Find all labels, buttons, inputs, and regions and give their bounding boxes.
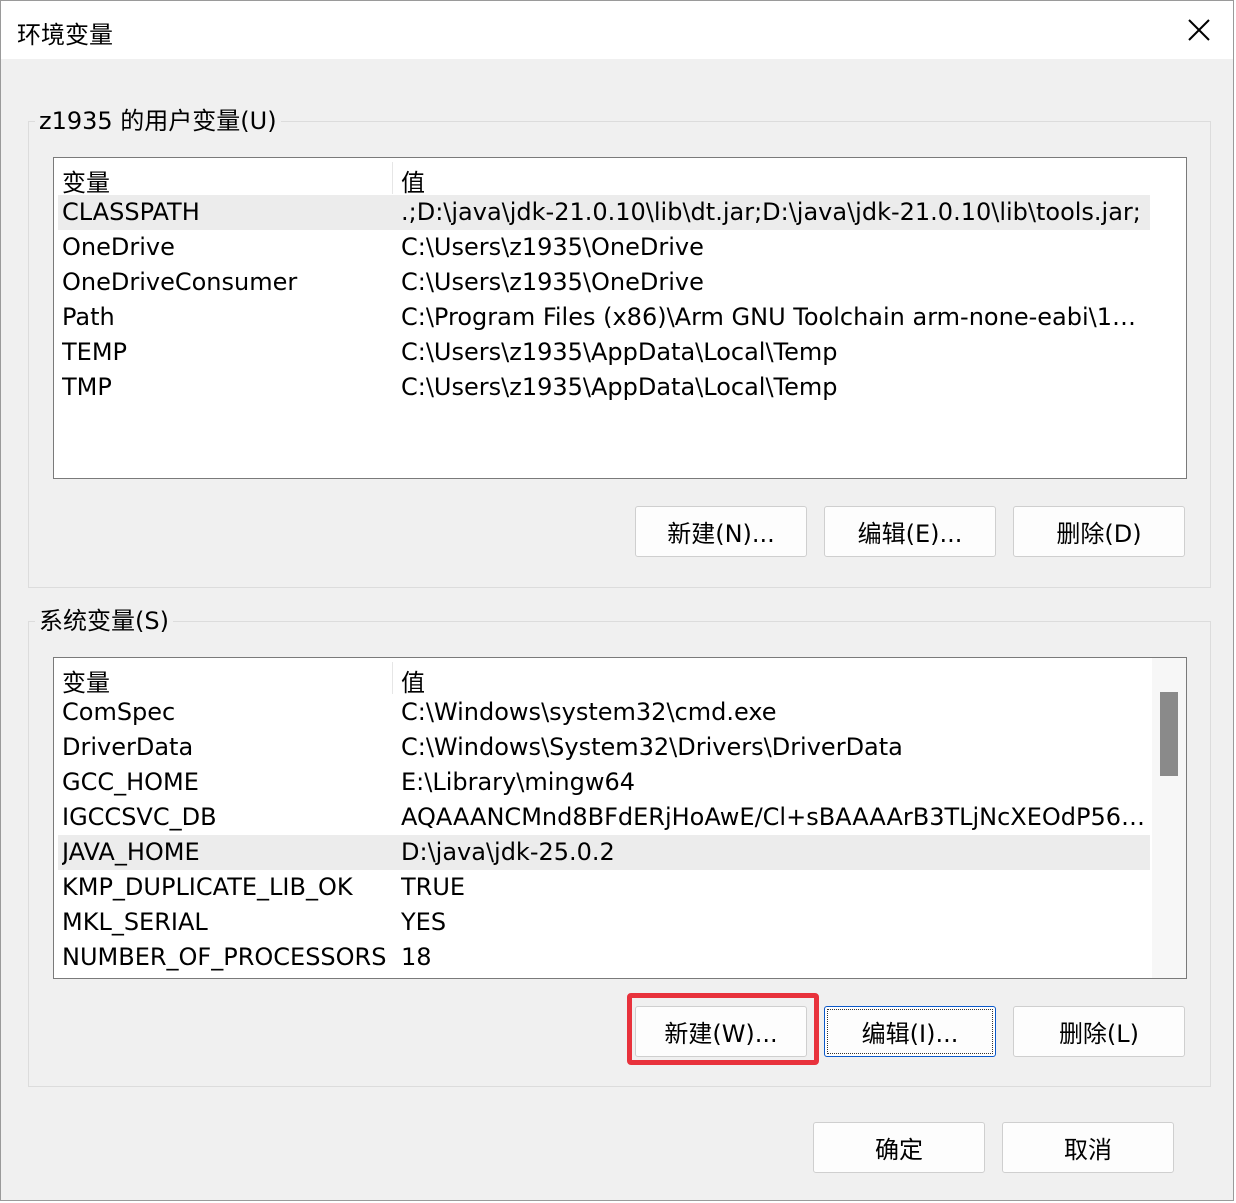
list-row[interactable]: KMP_DUPLICATE_LIB_OK TRUE [58, 870, 1150, 905]
title-bar: 环境变量 [1, 1, 1233, 59]
variable-name: OneDrive [62, 233, 175, 261]
ok-button[interactable]: 确定 [813, 1122, 985, 1173]
system-variables-group: 系统变量(S) 变量 值 ComSpec C:\Windows\system32\… [28, 607, 1211, 1087]
column-header-value[interactable]: 值 [401, 663, 1147, 698]
list-row[interactable]: IGCCSVC_DB AQAAANCMnd8BFdERjHoAwE/Cl+sBAA… [58, 800, 1150, 835]
cancel-button[interactable]: 取消 [1002, 1122, 1174, 1173]
close-button[interactable] [1165, 1, 1233, 59]
variable-value: C:\Users\z1935\OneDrive [401, 268, 704, 296]
system-variables-label: 系统变量(S) [35, 607, 173, 635]
variable-name: DriverData [62, 733, 194, 761]
system-delete-button[interactable]: 删除(L) [1013, 1006, 1185, 1057]
close-icon [1188, 19, 1210, 41]
variable-name: IGCCSVC_DB [62, 803, 217, 831]
variable-value: 18 [401, 943, 432, 971]
variable-value: E:\Library\mingw64 [401, 768, 635, 796]
user-delete-button[interactable]: 删除(D) [1013, 506, 1185, 557]
window-title: 环境变量 [17, 21, 113, 49]
list-row[interactable]: NUMBER_OF_PROCESSORS 18 [58, 940, 1150, 975]
environment-variables-dialog: 环境变量 z1935 的用户变量(U) 变量 值 CLASSPATH .;D:\j… [0, 0, 1234, 1201]
user-variables-group: z1935 的用户变量(U) 变量 值 CLASSPATH .;D:\java\j… [28, 107, 1211, 588]
list-row[interactable]: ComSpec C:\Windows\system32\cmd.exe [58, 695, 1150, 730]
variable-name: MKL_SERIAL [62, 908, 208, 936]
variable-name: TMP [62, 373, 112, 401]
variable-name: JAVA_HOME [62, 838, 200, 866]
variable-value: C:\Users\z1935\AppData\Local\Temp [401, 338, 838, 366]
user-variables-label: z1935 的用户变量(U) [35, 107, 281, 135]
list-header: 变量 值 [58, 660, 1150, 698]
variable-value: TRUE [401, 873, 466, 901]
variable-name: KMP_DUPLICATE_LIB_OK [62, 873, 353, 901]
variable-value: C:\Users\z1935\OneDrive [401, 233, 704, 261]
column-separator[interactable] [392, 662, 393, 694]
variable-name: NUMBER_OF_PROCESSORS [62, 943, 387, 971]
user-new-button[interactable]: 新建(N)... [635, 506, 807, 557]
list-row[interactable]: Path C:\Program Files (x86)\Arm GNU Toolc… [58, 300, 1150, 335]
variable-value: C:\Users\z1935\AppData\Local\Temp [401, 373, 838, 401]
column-header-name[interactable]: 变量 [62, 163, 388, 198]
variable-value: C:\Windows\System32\Drivers\DriverData [401, 733, 903, 761]
variable-name: Path [62, 303, 115, 331]
variable-name: CLASSPATH [62, 198, 200, 226]
system-new-button[interactable]: 新建(W)... [635, 1006, 807, 1057]
list-row[interactable]: TEMP C:\Users\z1935\AppData\Local\Temp [58, 335, 1150, 370]
variable-value: AQAAANCMnd8BFdERjHoAwE/Cl+sBAAAArB3TLjNc… [401, 803, 1147, 831]
system-variables-list[interactable]: 变量 值 ComSpec C:\Windows\system32\cmd.exe D… [53, 657, 1187, 979]
column-header-name[interactable]: 变量 [62, 663, 388, 698]
scrollbar-thumb[interactable] [1160, 692, 1178, 776]
variable-name: TEMP [62, 338, 128, 366]
column-header-value[interactable]: 值 [401, 163, 1147, 198]
list-row[interactable]: DriverData C:\Windows\System32\Drivers\Dr… [58, 730, 1150, 765]
variable-value: C:\Program Files (x86)\Arm GNU Toolchain… [401, 303, 1147, 331]
list-row[interactable]: TMP C:\Users\z1935\AppData\Local\Temp [58, 370, 1150, 405]
list-header: 变量 值 [58, 160, 1150, 198]
vertical-scrollbar[interactable] [1152, 658, 1186, 978]
column-separator[interactable] [392, 162, 393, 194]
list-row[interactable]: GCC_HOME E:\Library\mingw64 [58, 765, 1150, 800]
list-row[interactable]: CLASSPATH .;D:\java\jdk-21.0.10\lib\dt.ja… [58, 195, 1150, 230]
variable-value: .;D:\java\jdk-21.0.10\lib\dt.jar;D:\java… [401, 198, 1141, 226]
variable-value: C:\Windows\system32\cmd.exe [401, 698, 777, 726]
variable-name: GCC_HOME [62, 768, 199, 796]
list-row[interactable]: MKL_SERIAL YES [58, 905, 1150, 940]
list-row[interactable]: JAVA_HOME D:\java\jdk-25.0.2 [58, 835, 1150, 870]
variable-value: YES [401, 908, 447, 936]
variable-name: ComSpec [62, 698, 176, 726]
list-row[interactable]: OneDriveConsumer C:\Users\z1935\OneDrive [58, 265, 1150, 300]
system-edit-button[interactable]: 编辑(I)... [824, 1006, 996, 1057]
user-variables-list[interactable]: 变量 值 CLASSPATH .;D:\java\jdk-21.0.10\lib\… [53, 157, 1187, 479]
user-edit-button[interactable]: 编辑(E)... [824, 506, 996, 557]
list-row[interactable]: OneDrive C:\Users\z1935\OneDrive [58, 230, 1150, 265]
variable-value: D:\java\jdk-25.0.2 [401, 838, 615, 866]
variable-name: OneDriveConsumer [62, 268, 298, 296]
